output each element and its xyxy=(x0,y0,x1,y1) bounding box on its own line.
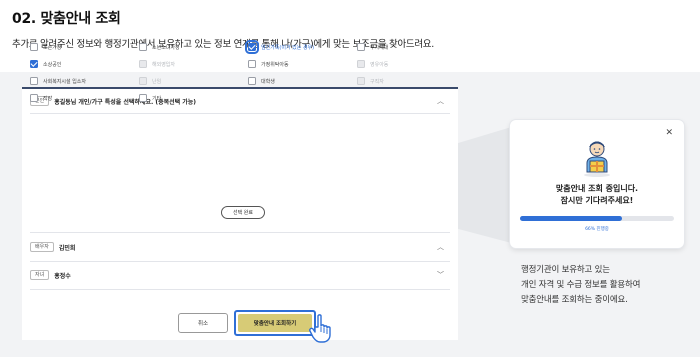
option-label: 조손가정 xyxy=(43,44,62,51)
option-checkbox: 난임 xyxy=(139,77,161,85)
option-label: 영유아동 xyxy=(370,61,389,68)
divider xyxy=(30,113,450,114)
checkbox-icon xyxy=(30,77,38,85)
hand-pointer-icon xyxy=(309,314,331,343)
subsidy-form: 본인 홍길동님 개인/가구 특성을 선택하세요. (중복선택 가능) ︿ 조손가… xyxy=(22,40,458,340)
option-checkbox[interactable]: 사회복지시설 입소자 xyxy=(30,77,86,85)
option-checkbox: 해외영입자 xyxy=(139,60,175,68)
caption-line: 행정기관이 보유하고 있는 xyxy=(521,265,610,275)
select-done-button[interactable]: 선택 완료 xyxy=(221,206,265,219)
option-checkbox[interactable]: 직장 xyxy=(30,94,52,102)
option-label: 직장 xyxy=(43,95,53,102)
checkbox-icon xyxy=(30,94,38,102)
caption-line: 맞춤안내를 조회하는 중이에요. xyxy=(521,295,628,305)
checkbox-checked-icon xyxy=(245,40,259,54)
option-label: 구직자 xyxy=(370,78,384,85)
option-label: 기타 xyxy=(152,95,162,102)
option-checkbox[interactable]: 부자세대 xyxy=(357,43,388,51)
submit-lookup-label: 맞춤안내 조회하기 xyxy=(238,314,312,332)
option-checkbox: 영유아동 xyxy=(357,60,388,68)
option-checkbox[interactable]: 가정위탁아동 xyxy=(248,60,289,68)
checkbox-icon xyxy=(139,77,147,85)
option-label: 난임 xyxy=(152,78,162,85)
accordion-header-spouse[interactable]: 배우자 김민희 ︿ xyxy=(30,237,450,257)
option-checkbox[interactable]: 소상공인 xyxy=(30,60,61,68)
option-checkbox[interactable]: 임신가족(이가 있는 경우) xyxy=(245,40,315,54)
progress-bar xyxy=(520,216,674,221)
option-checkbox[interactable]: 기타 xyxy=(139,94,161,102)
option-label: 소년소녀가정 xyxy=(152,44,180,51)
checkbox-icon xyxy=(139,43,147,51)
option-label: 임신가족(이가 있는 경우) xyxy=(261,44,315,51)
option-label: 사회복지시설 입소자 xyxy=(43,78,86,85)
checkbox-icon xyxy=(248,77,256,85)
option-checkbox: 구직자 xyxy=(357,77,384,85)
checkbox-checked-icon xyxy=(30,60,38,68)
loading-modal: ✕ 맞춤안내 조회 중입니다. 잠시만 기다려주세요! 66% 진행중 xyxy=(510,120,684,248)
option-checkbox[interactable]: 소년소녀가정 xyxy=(139,43,180,51)
checkbox-icon xyxy=(139,60,147,68)
submit-lookup-button[interactable]: 맞춤안내 조회하기 xyxy=(234,310,316,336)
member-name: 홍정수 xyxy=(54,272,71,280)
divider xyxy=(30,261,450,262)
accordion-header-self[interactable]: 본인 홍길동님 개인/가구 특성을 선택하세요. (중복선택 가능) ︿ xyxy=(30,91,450,111)
member-name: 김민희 xyxy=(58,244,76,252)
loading-message-line1: 맞춤안내 조회 중입니다. xyxy=(555,184,639,193)
option-label: 해외영입자 xyxy=(152,61,176,68)
caption: 행정기관이 보유하고 있는 개인 자격 및 수급 정보를 활용하여 맞춤안내를 … xyxy=(521,263,640,308)
option-label: 대학생 xyxy=(261,78,275,85)
chevron-up-icon[interactable]: ︿ xyxy=(437,96,444,106)
loading-message-line2: 잠시만 기다려주세요! xyxy=(560,196,634,205)
checkbox-icon xyxy=(357,77,365,85)
option-checkbox[interactable]: 조손가정 xyxy=(30,43,61,51)
cancel-button[interactable]: 취소 xyxy=(178,313,228,333)
checkbox-icon xyxy=(30,43,38,51)
accordion-title: 홍길동님 개인/가구 특성을 선택하세요. (중복선택 가능) xyxy=(54,98,197,106)
close-icon[interactable]: ✕ xyxy=(665,128,673,138)
divider xyxy=(30,232,450,233)
chevron-up-icon[interactable]: ︿ xyxy=(437,242,444,252)
option-label: 가정위탁아동 xyxy=(261,61,289,68)
person-with-gift-icon xyxy=(584,141,610,177)
option-label: 소상공인 xyxy=(43,61,62,68)
chevron-down-icon[interactable]: ﹀ xyxy=(437,270,444,280)
progress-fill xyxy=(520,216,622,221)
divider xyxy=(30,289,450,290)
checkbox-icon xyxy=(357,43,365,51)
caption-line: 개인 자격 및 수급 정보를 활용하여 xyxy=(521,280,641,290)
checkbox-icon xyxy=(248,60,256,68)
member-tag: 배우자 xyxy=(30,242,54,252)
progress-text: 66% 진행중 xyxy=(585,227,609,232)
member-tag: 자녀 xyxy=(30,270,50,280)
checkbox-icon xyxy=(357,60,365,68)
option-checkbox[interactable]: 대학생 xyxy=(248,77,275,85)
checkbox-icon xyxy=(139,94,147,102)
option-label: 부자세대 xyxy=(370,44,389,51)
accordion-header-child[interactable]: 자녀 홍정수 ﹀ xyxy=(30,265,450,285)
